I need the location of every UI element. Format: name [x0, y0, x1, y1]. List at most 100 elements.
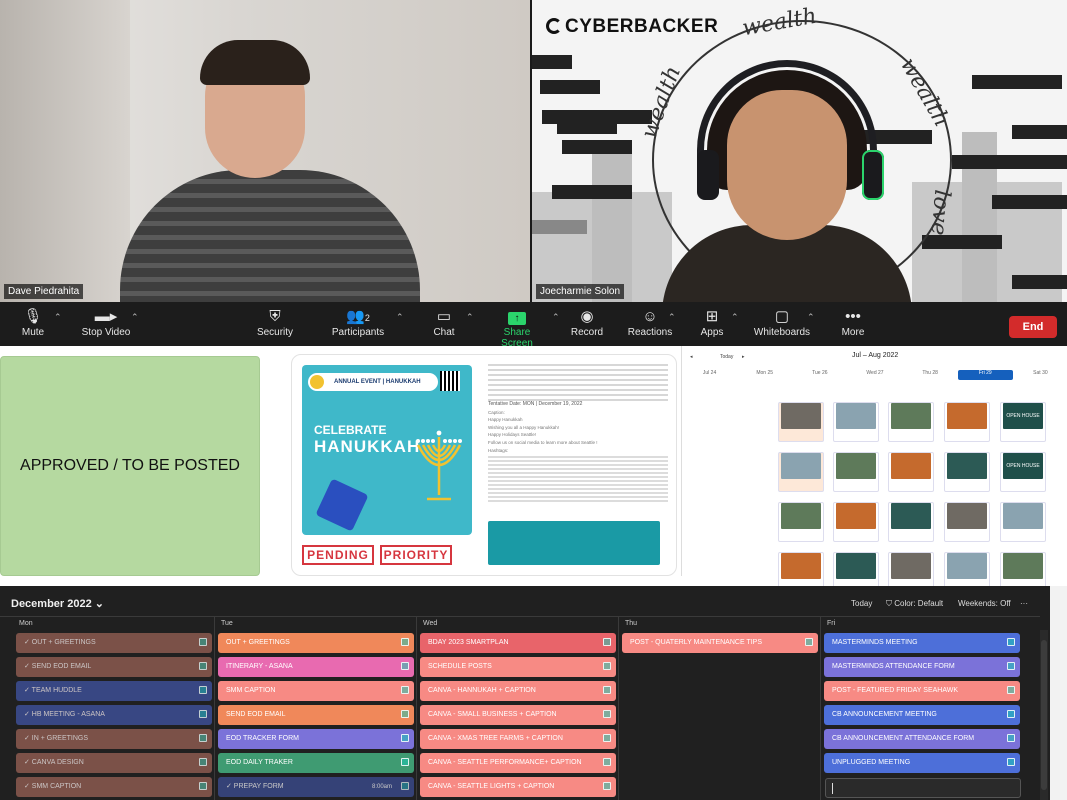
calendar-scrollbar[interactable] [1040, 630, 1048, 800]
checkbox-icon[interactable] [199, 758, 207, 766]
post-thumbnail[interactable] [833, 502, 879, 542]
weekends-toggle[interactable]: Weekends: Off [958, 599, 1011, 608]
participants-button[interactable]: 👥2 Participants [330, 307, 386, 338]
calendar-event-wed[interactable]: BDAY 2023 SMARTPLAN [420, 633, 616, 653]
checkbox-icon[interactable] [199, 782, 207, 790]
audio-options-chevron-icon[interactable]: ⌃ [54, 312, 62, 323]
calendar-event-mon[interactable]: ✓ SEND EOD EMAIL [16, 657, 212, 677]
apps-chevron-icon[interactable]: ⌃ [731, 312, 739, 323]
apps-button[interactable]: ⊞ Apps [698, 307, 726, 338]
calendar-event-wed[interactable]: SCHEDULE POSTS [420, 657, 616, 677]
chat-button[interactable]: ▭ Chat [430, 307, 458, 338]
cal-nav-prev-icon[interactable]: ◂ [690, 354, 693, 360]
calendar-event-wed[interactable]: CANVA - SMALL BUSINESS + CAPTION [420, 705, 616, 725]
checkbox-icon[interactable] [603, 638, 611, 646]
checkbox-icon[interactable] [603, 734, 611, 742]
post-thumbnail[interactable] [778, 402, 824, 442]
video-tile-left[interactable]: Dave Piedrahita [0, 0, 530, 302]
post-thumbnail[interactable]: OPEN HOUSE [1000, 402, 1046, 442]
checkbox-icon[interactable] [401, 638, 409, 646]
checkbox-icon[interactable] [199, 638, 207, 646]
whiteboards-button[interactable]: ▢ Whiteboards [752, 307, 812, 338]
calendar-event-mon[interactable]: ✓ HB MEETING - ASANA [16, 705, 212, 725]
checkbox-icon[interactable] [199, 686, 207, 694]
checkbox-icon[interactable] [401, 662, 409, 670]
calendar-event-fri[interactable]: MASTERMINDS ATTENDANCE FORM [824, 657, 1020, 677]
reactions-chevron-icon[interactable]: ⌃ [668, 312, 676, 323]
calendar-event-mon[interactable]: ✓ TEAM HUDDLE [16, 681, 212, 701]
new-event-input[interactable] [825, 778, 1021, 798]
calendar-event-tue[interactable]: EOD TRACKER FORM [218, 729, 414, 749]
post-thumbnail[interactable] [1000, 502, 1046, 542]
share-screen-button[interactable]: ↑ Share Screen [488, 307, 546, 349]
checkbox-icon[interactable] [805, 638, 813, 646]
checkbox-icon[interactable] [1007, 734, 1015, 742]
calendar-event-tue[interactable]: SEND EOD EMAIL [218, 705, 414, 725]
post-thumbnail[interactable] [944, 452, 990, 492]
checkbox-icon[interactable] [1007, 662, 1015, 670]
checkbox-icon[interactable] [199, 662, 207, 670]
post-thumbnail[interactable] [888, 502, 934, 542]
post-thumbnail[interactable] [888, 452, 934, 492]
calendar-event-mon[interactable]: ✓ CANVA DESIGN [16, 753, 212, 773]
checkbox-icon[interactable] [401, 710, 409, 718]
calendar-event-fri[interactable]: CB ANNOUNCEMENT MEETING [824, 705, 1020, 725]
video-tile-right[interactable]: wealth wealth wealth love CYBERBACKER Jo… [532, 0, 1067, 302]
more-button[interactable]: ••• More [838, 307, 868, 338]
calendar-event-thu[interactable]: POST - QUATERLY MAINTENANCE TIPS [622, 633, 818, 653]
calendar-event-fri[interactable]: UNPLUGGED MEETING [824, 753, 1020, 773]
checkbox-icon[interactable] [1007, 638, 1015, 646]
calendar-event-wed[interactable]: CANVA - XMAS TREE FARMS + CAPTION [420, 729, 616, 749]
calendar-event-mon[interactable]: ✓ OUT + GREETINGS [16, 633, 212, 653]
participants-chevron-icon[interactable]: ⌃ [396, 312, 404, 323]
calendar-event-fri[interactable]: MASTERMINDS MEETING [824, 633, 1020, 653]
checkbox-icon[interactable] [1007, 686, 1015, 694]
color-setting[interactable]: ⛉ Color: Default [886, 599, 943, 609]
post-card[interactable]: ANNUAL EVENT | HANUKKAH CELEBRATE HANUKK… [291, 354, 677, 576]
checkbox-icon[interactable] [401, 758, 409, 766]
end-meeting-button[interactable]: End [1009, 316, 1057, 338]
post-thumbnail[interactable]: OPEN HOUSE [1000, 452, 1046, 492]
checkbox-icon[interactable] [199, 734, 207, 742]
calendar-event-wed[interactable]: CANVA - SEATTLE LIGHTS + CAPTION [420, 777, 616, 797]
post-thumbnail[interactable] [833, 452, 879, 492]
share-chevron-icon[interactable]: ⌃ [552, 312, 560, 323]
whiteboards-chevron-icon[interactable]: ⌃ [807, 312, 815, 323]
calendar-event-fri[interactable]: POST - FEATURED FRIDAY SEAHAWK [824, 681, 1020, 701]
calendar-event-tue[interactable]: OUT + GREETINGS [218, 633, 414, 653]
mute-button[interactable]: 🎙 Mute [16, 307, 50, 338]
checkbox-icon[interactable] [603, 710, 611, 718]
post-thumbnail[interactable] [778, 452, 824, 492]
scrollbar-thumb[interactable] [1041, 640, 1047, 790]
content-calendar-screen[interactable]: ◂ Today ▸ Jul – Aug 2022 Jul 24 Mon 25 T… [681, 346, 1067, 592]
post-thumbnail[interactable] [778, 502, 824, 542]
security-button[interactable]: ⛨ Security [255, 307, 295, 338]
calendar-event-wed[interactable]: CANVA - HANNUKAH + CAPTION [420, 681, 616, 701]
approved-card[interactable]: APPROVED / TO BE POSTED [0, 356, 260, 576]
post-thumbnail[interactable] [944, 502, 990, 542]
more-options-icon[interactable]: ··· [1020, 599, 1028, 608]
reactions-button[interactable]: ☺ Reactions [627, 307, 673, 338]
calendar-event-fri[interactable]: CB ANNOUNCEMENT ATTENDANCE FORM [824, 729, 1020, 749]
calendar-event-tue[interactable]: ITINERARY - ASANA [218, 657, 414, 677]
checkbox-icon[interactable] [603, 782, 611, 790]
checkbox-icon[interactable] [603, 662, 611, 670]
checkbox-icon[interactable] [401, 734, 409, 742]
cal-today-button[interactable]: Today [720, 354, 733, 360]
calendar-event-tue[interactable]: EOD DAILY TRAKER [218, 753, 414, 773]
calendar-event-mon[interactable]: ✓ IN + GREETINGS [16, 729, 212, 749]
checkbox-icon[interactable] [199, 710, 207, 718]
month-selector[interactable]: December 2022 ⌄ [11, 597, 104, 610]
today-button[interactable]: Today [851, 599, 872, 608]
chat-chevron-icon[interactable]: ⌃ [466, 312, 474, 323]
calendar-event-mon[interactable]: ✓ SMM CAPTION [16, 777, 212, 797]
post-thumbnail[interactable] [944, 402, 990, 442]
stop-video-button[interactable]: ▬▸ Stop Video [78, 307, 134, 338]
post-thumbnail[interactable] [888, 402, 934, 442]
checkbox-icon[interactable] [1007, 710, 1015, 718]
checkbox-icon[interactable] [1007, 758, 1015, 766]
cal-nav-next-icon[interactable]: ▸ [742, 354, 745, 360]
checkbox-icon[interactable] [401, 782, 409, 790]
calendar-event-wed[interactable]: CANVA - SEATTLE PERFORMANCE+ CAPTION [420, 753, 616, 773]
record-button[interactable]: ◉ Record [570, 307, 604, 338]
